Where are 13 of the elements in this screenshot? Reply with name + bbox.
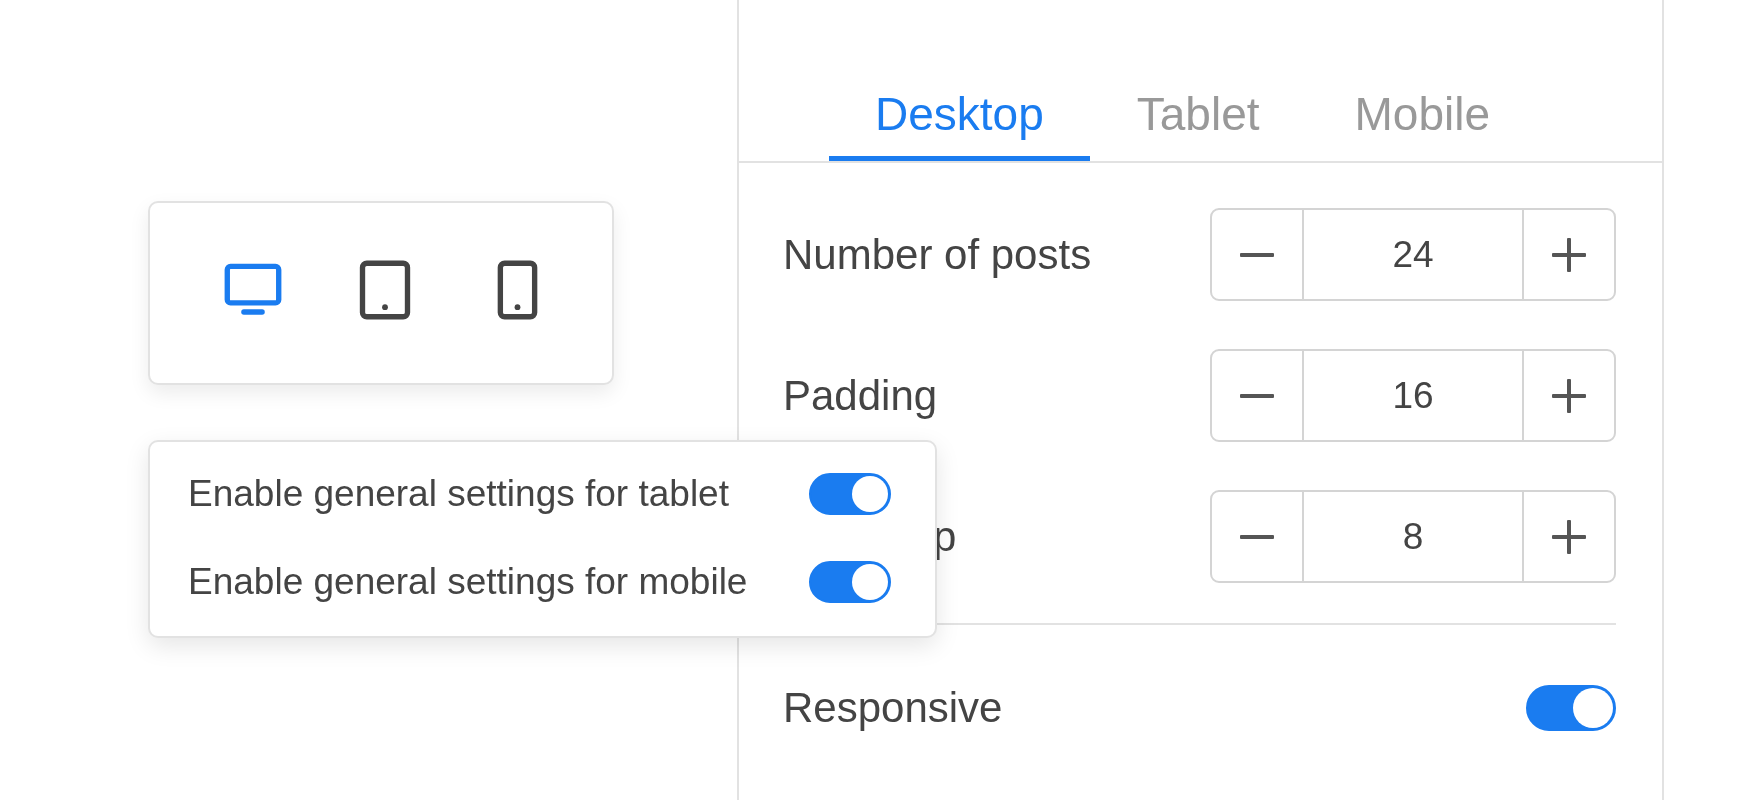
tab[interactable]: Desktop — [829, 87, 1090, 161]
setting-label: Padding — [783, 371, 938, 420]
toggle-switch[interactable] — [809, 561, 891, 603]
number-field[interactable]: 24 — [1304, 210, 1522, 299]
option-label: Enable general settings for tablet — [188, 473, 729, 515]
phone-icon[interactable] — [496, 260, 539, 320]
setting-label: Responsive — [783, 684, 1003, 732]
setting-label: Number of posts — [783, 230, 1092, 279]
toggle-switch[interactable] — [1526, 685, 1616, 731]
number-field[interactable]: 8 — [1304, 492, 1522, 581]
toggle-switch[interactable] — [809, 473, 891, 515]
number-field[interactable]: 16 — [1304, 351, 1522, 440]
option-label: Enable general settings for mobile — [188, 561, 748, 603]
